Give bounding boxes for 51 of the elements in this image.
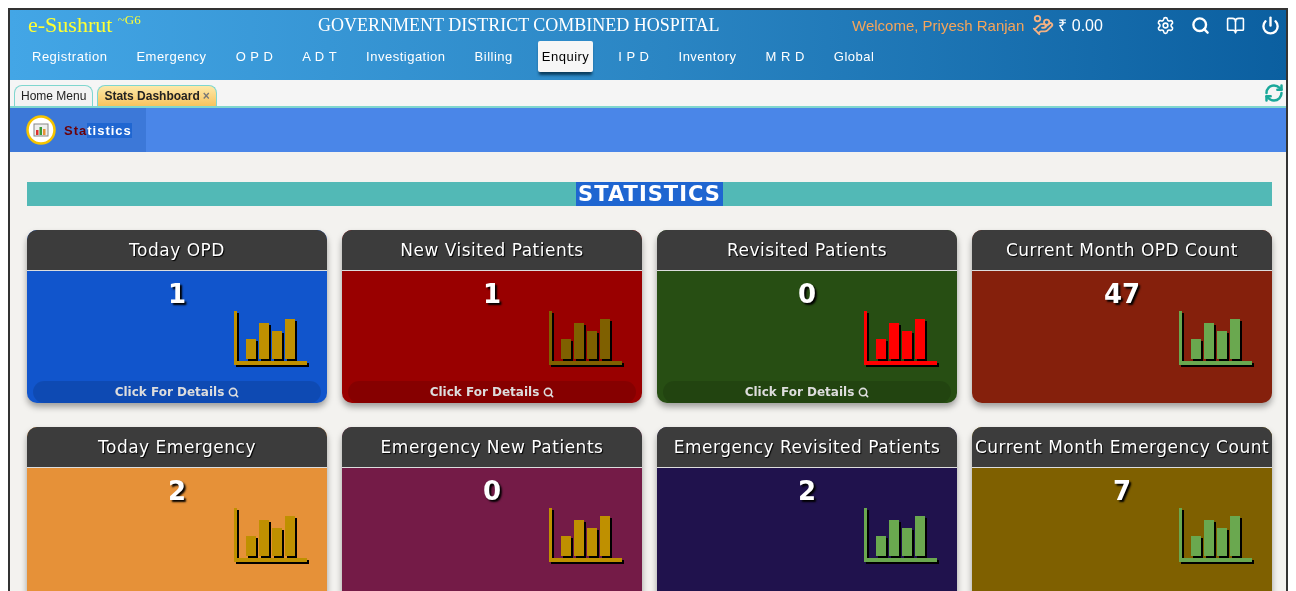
stat-card[interactable]: Revisited Patients 0 Click For Details bbox=[657, 230, 957, 403]
search-icon[interactable] bbox=[1191, 15, 1210, 35]
card-title: Revisited Patients bbox=[657, 230, 957, 271]
menu-item[interactable]: Enquiry bbox=[537, 41, 594, 72]
stat-card[interactable]: Emergency Revisited Patients 2 bbox=[657, 427, 957, 591]
banner-title: STATISTICS bbox=[576, 182, 723, 206]
details-link[interactable]: Click For Details bbox=[663, 381, 951, 403]
search-icon[interactable] bbox=[543, 386, 555, 398]
hospital-name: GOVERNMENT DISTRICT COMBINED HOSPITAL bbox=[318, 14, 721, 36]
stat-card[interactable]: Emergency New Patients 0 bbox=[342, 427, 642, 591]
card-title: Today OPD bbox=[27, 230, 327, 271]
card-value: 1 bbox=[482, 279, 502, 309]
refresh-icon[interactable] bbox=[1264, 83, 1284, 103]
card-title: Emergency Revisited Patients bbox=[657, 427, 957, 468]
menu-item[interactable]: I P D bbox=[614, 41, 654, 72]
stat-card[interactable]: Today Emergency 2 bbox=[27, 427, 327, 591]
card-value: 1 bbox=[167, 279, 187, 309]
settings-icon[interactable] bbox=[1156, 15, 1175, 35]
stat-card[interactable]: Current Month Emergency Count 7 bbox=[972, 427, 1272, 591]
card-title: Emergency New Patients bbox=[342, 427, 642, 468]
card-value: 0 bbox=[797, 279, 817, 309]
section-title: Statistics bbox=[64, 122, 132, 138]
search-icon[interactable] bbox=[858, 386, 870, 398]
stat-card[interactable]: Today OPD 1 Click For Details bbox=[27, 230, 327, 403]
card-value: 47 bbox=[1103, 279, 1141, 309]
menu-item[interactable]: M R D bbox=[761, 41, 809, 72]
details-link[interactable]: Click For Details bbox=[33, 381, 321, 403]
search-icon[interactable] bbox=[228, 386, 240, 398]
tab[interactable]: Stats Dashboard × bbox=[97, 85, 217, 106]
statistics-logo-icon bbox=[26, 115, 56, 145]
wallet-balance: ₹ 0.00 bbox=[1058, 16, 1103, 36]
welcome-text: Welcome, Priyesh Ranjan bbox=[852, 16, 1025, 34]
card-title: New Visited Patients bbox=[342, 230, 642, 271]
menu-item[interactable]: Global bbox=[829, 41, 879, 72]
card-value: 7 bbox=[1112, 476, 1132, 506]
book-icon[interactable] bbox=[1226, 15, 1245, 35]
hand-coin-icon bbox=[1032, 14, 1055, 36]
stat-card[interactable]: New Visited Patients 1 Click For Details bbox=[342, 230, 642, 403]
card-title: Today Emergency bbox=[27, 427, 327, 468]
card-title: Current Month OPD Count bbox=[972, 230, 1272, 271]
card-value: 0 bbox=[482, 476, 502, 506]
stat-card[interactable]: Current Month OPD Count 47 bbox=[972, 230, 1272, 403]
details-link[interactable]: Click For Details bbox=[348, 381, 636, 403]
menu-item[interactable]: Billing bbox=[470, 41, 517, 72]
card-value: 2 bbox=[797, 476, 817, 506]
tab[interactable]: Home Menu bbox=[14, 85, 94, 106]
power-icon[interactable] bbox=[1261, 15, 1280, 35]
app-logo-text: e-Sushrut $^{~G6}$ bbox=[28, 11, 142, 39]
menu-item[interactable]: Inventory bbox=[674, 41, 741, 72]
card-title: Current Month Emergency Count bbox=[972, 427, 1272, 468]
card-value: 2 bbox=[167, 476, 187, 506]
